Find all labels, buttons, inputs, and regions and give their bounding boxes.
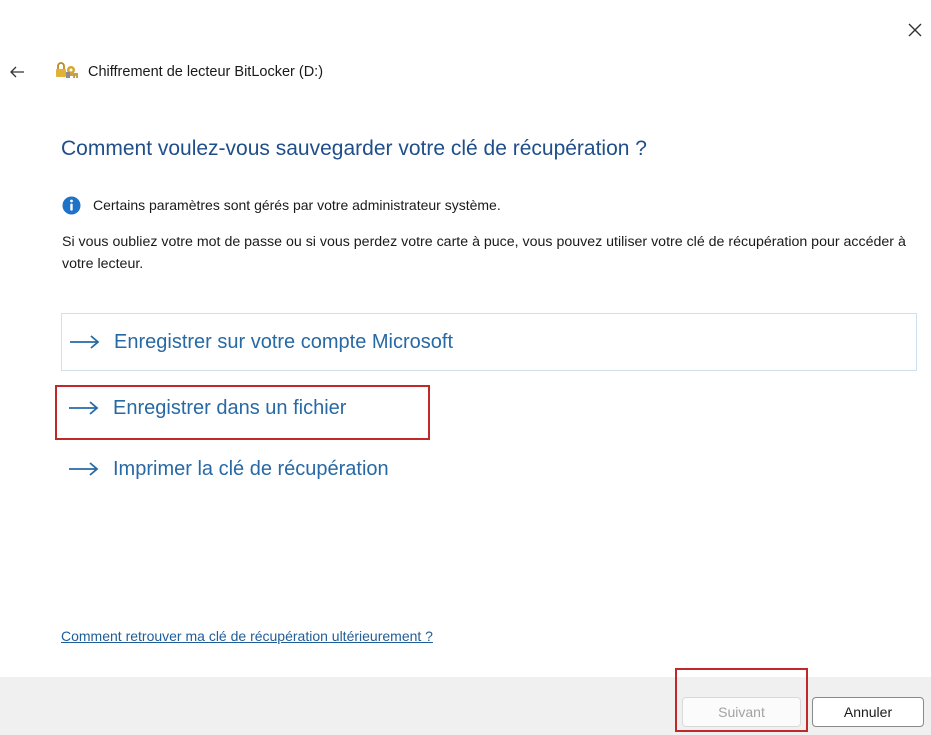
option-label: Enregistrer dans un fichier [113,396,347,419]
arrow-right-icon [69,462,99,476]
back-arrow-icon [10,66,24,78]
window-title: Chiffrement de lecteur BitLocker (D:) [88,64,324,80]
close-button[interactable] [903,18,927,42]
info-icon [62,196,81,214]
cancel-button[interactable]: Annuler [812,697,924,727]
next-button[interactable]: Suivant [682,697,801,727]
page-heading: Comment voulez-vous sauvegarder votre cl… [61,137,647,160]
back-button[interactable] [8,63,26,81]
info-notice: Certains paramètres sont gérés par votre… [62,194,501,216]
arrow-right-icon [70,335,100,349]
option-save-microsoft-account[interactable]: Enregistrer sur votre compte Microsoft [61,313,917,371]
description-text: Si vous oubliez votre mot de passe ou si… [62,234,906,272]
arrow-right-icon [69,401,99,415]
info-notice-text: Certains paramètres sont gérés par votre… [93,197,501,213]
option-print-recovery-key[interactable]: Imprimer la clé de récupération [61,440,461,498]
option-label: Enregistrer sur votre compte Microsoft [114,330,453,353]
bitlocker-keys-icon [53,60,79,82]
option-save-to-file[interactable]: Enregistrer dans un fichier [61,379,421,437]
help-link-recover-key[interactable]: Comment retrouver ma clé de récupération… [61,628,433,644]
close-icon [908,23,922,37]
option-label: Imprimer la clé de récupération [113,457,389,480]
